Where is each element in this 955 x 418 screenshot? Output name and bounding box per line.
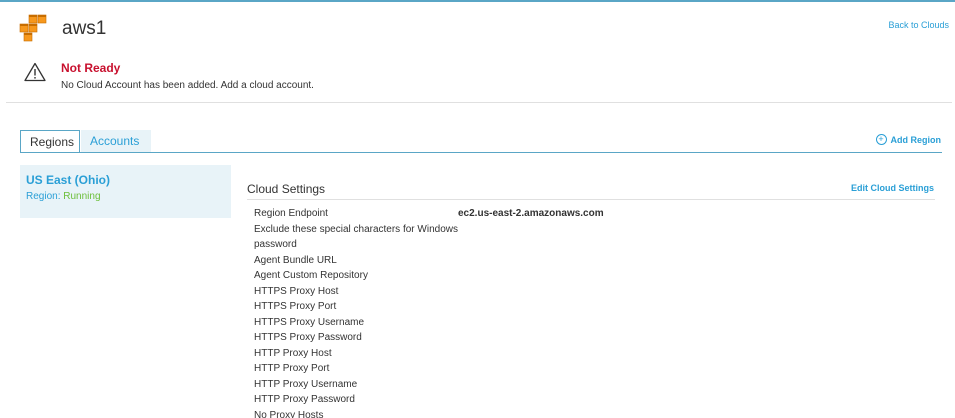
setting-key: HTTPS Proxy Password [254, 332, 362, 343]
warning-icon [24, 62, 46, 82]
setting-row-agent-bundle-url: Agent Bundle URL [254, 253, 754, 269]
setting-row-no-proxy-hosts: No Proxy Hosts [254, 408, 754, 418]
setting-row-https-proxy-port: HTTPS Proxy Port [254, 299, 754, 315]
setting-row-http-proxy-port: HTTP Proxy Port [254, 361, 754, 377]
setting-row-http-proxy-host: HTTP Proxy Host [254, 346, 754, 362]
edit-cloud-settings-link[interactable]: Edit Cloud Settings [851, 183, 934, 193]
tab-regions[interactable]: Regions [20, 130, 80, 153]
setting-row-http-proxy-username: HTTP Proxy Username [254, 377, 754, 393]
plus-circle-icon: + [875, 134, 887, 145]
add-region-label: Add Region [890, 134, 942, 145]
setting-row-https-proxy-password: HTTPS Proxy Password [254, 330, 754, 346]
tab-underline [20, 152, 942, 153]
setting-row-region-endpoint: Region Endpoint ec2.us-east-2.amazonaws.c… [254, 206, 754, 222]
header-divider [6, 102, 952, 103]
cloud-settings-title: Cloud Settings [247, 182, 326, 196]
setting-key: No Proxy Hosts [254, 409, 324, 418]
setting-key: HTTPS Proxy Host [254, 285, 339, 297]
setting-row-agent-custom-repo: Agent Custom Repository [254, 268, 754, 284]
setting-key: HTTP Proxy Host [254, 347, 332, 359]
tab-accounts[interactable]: Accounts [81, 130, 151, 153]
cloud-name-title: aws1 [62, 18, 107, 39]
add-region-button[interactable]: + Add Region [875, 134, 942, 145]
setting-row-https-proxy-host: HTTPS Proxy Host [254, 284, 754, 300]
setting-row-http-proxy-password: HTTP Proxy Password [254, 392, 754, 408]
setting-key: Exclude these special characters for Win… [254, 223, 458, 251]
region-list-item[interactable]: US East (Ohio) Region: Running [20, 165, 231, 218]
setting-key: Agent Custom Repository [254, 270, 368, 281]
setting-key: HTTP Proxy Password [254, 394, 355, 405]
status-message: No Cloud Account has been added. Add a c… [61, 80, 314, 91]
setting-key: HTTP Proxy Username [254, 378, 358, 390]
setting-key: HTTPS Proxy Username [254, 316, 365, 328]
setting-key: Agent Bundle URL [254, 254, 337, 266]
setting-key: Region Endpoint [254, 208, 328, 219]
region-name: US East (Ohio) [26, 173, 111, 187]
setting-key: HTTPS Proxy Port [254, 301, 337, 312]
setting-key: HTTP Proxy Port [254, 363, 330, 374]
region-status-value: Running [63, 191, 101, 202]
setting-row-https-proxy-username: HTTPS Proxy Username [254, 315, 754, 331]
aws-cubes-icon [18, 14, 50, 44]
setting-row-exclude-chars: Exclude these special characters for Win… [254, 222, 754, 253]
region-status: Region: Running [26, 191, 101, 202]
cloud-settings-divider [247, 199, 935, 200]
back-to-clouds-link[interactable]: Back to Clouds [888, 20, 949, 30]
cloud-settings-list: Region Endpoint ec2.us-east-2.amazonaws.c… [254, 206, 754, 418]
setting-value: ec2.us-east-2.amazonaws.com [458, 208, 604, 219]
status-title: Not Ready [61, 61, 121, 75]
page-header: aws1 Back to Clouds Not Ready No Cloud A… [0, 2, 955, 102]
region-status-label: Region: [26, 191, 61, 202]
